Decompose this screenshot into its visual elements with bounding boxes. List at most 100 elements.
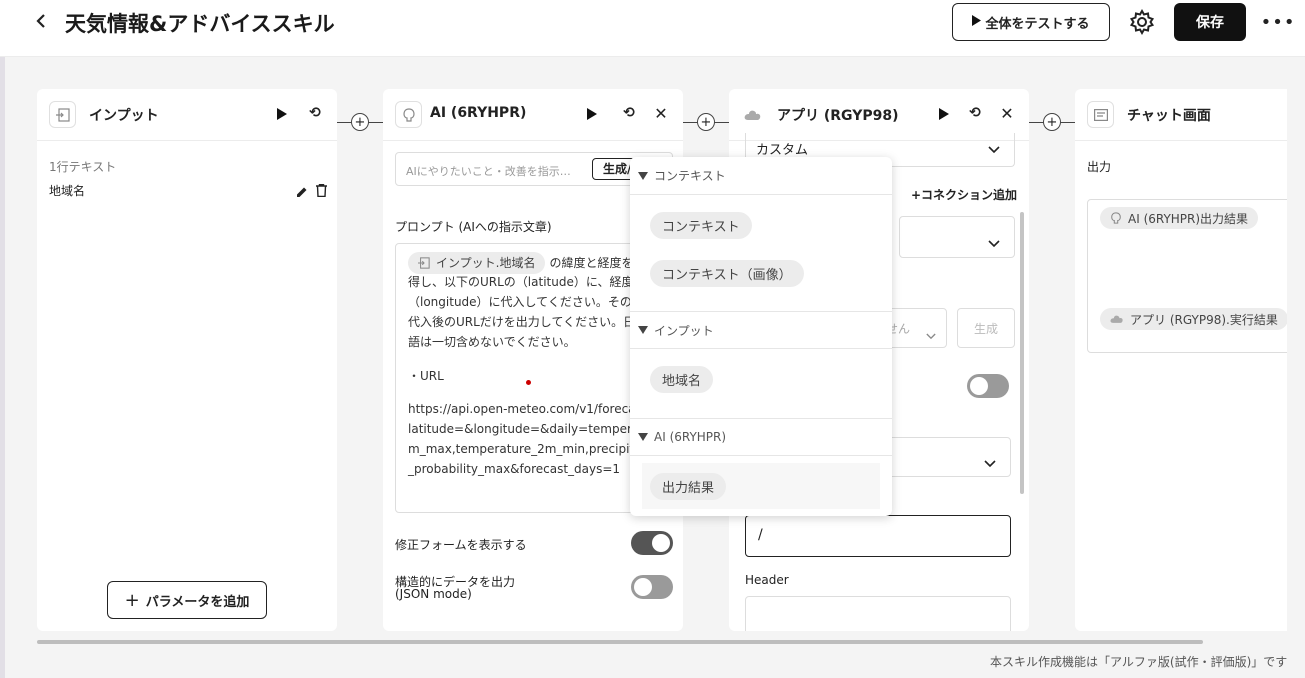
- add-node-plus-icon[interactable]: +: [697, 113, 715, 131]
- close-icon[interactable]: ✕: [652, 104, 670, 123]
- add-connection-link[interactable]: +コネクション追加: [911, 186, 1017, 203]
- horizontal-scrollbar[interactable]: [37, 640, 1203, 644]
- cloud-icon: [1110, 315, 1123, 323]
- toggle-knob: [652, 534, 670, 552]
- popup-item[interactable]: コンテキスト: [650, 212, 752, 239]
- popup-item[interactable]: 地域名: [650, 366, 714, 393]
- trash-icon[interactable]: [316, 182, 327, 201]
- ai-output-ref-chip[interactable]: AI (6RYHPR)出力結果: [1100, 207, 1259, 229]
- toggle-knob: [634, 578, 652, 596]
- input-icon: [418, 257, 430, 269]
- path-input-value: /: [758, 527, 763, 543]
- edit-pencil-icon[interactable]: [296, 183, 308, 202]
- input-chip-label: インプット.地域名: [436, 256, 536, 270]
- popup-section-header[interactable]: AI (6RYHPR): [630, 418, 892, 456]
- chevron-down-icon: [984, 453, 996, 472]
- plus-icon: +: [124, 589, 140, 611]
- variable-picker-popup: コンテキスト コンテキスト コンテキスト（画像） インプット 地域名 AI (6…: [630, 157, 892, 516]
- ai-brain-icon: [1111, 212, 1121, 224]
- prompt-url-line: https://api.open-meteo.com/v1/forecast: [408, 402, 647, 416]
- add-parameter-button[interactable]: + パラメータを追加: [107, 581, 267, 619]
- chat-card: チャット画面 出力 AI (6RYHPR)出力結果 アプリ (RGYP98).実…: [1075, 89, 1287, 631]
- connection-select[interactable]: [899, 216, 1015, 258]
- chevron-down-icon: [988, 139, 1000, 158]
- toggle-knob: [970, 377, 988, 395]
- vertical-scrollbar[interactable]: [1020, 212, 1024, 494]
- popup-section-title: AI (6RYHPR): [654, 430, 727, 444]
- popup-item[interactable]: 出力結果: [650, 473, 727, 500]
- popup-section-title: コンテキスト: [654, 169, 726, 183]
- chat-card-header: チャット画面: [1075, 89, 1287, 141]
- prompt-text-line: 代入後のURLだけを出力してください。日: [408, 315, 636, 329]
- test-all-button[interactable]: 全体をテストする: [952, 3, 1110, 41]
- back-arrow-icon[interactable]: [30, 10, 52, 32]
- show-form-toggle[interactable]: [631, 531, 673, 555]
- ai-brain-icon: [395, 101, 422, 128]
- json-mode-sublabel: (JSON mode): [395, 587, 472, 601]
- app-output-ref-chip[interactable]: アプリ (RGYP98).実行結果: [1100, 308, 1287, 330]
- play-icon[interactable]: [585, 106, 599, 122]
- cloud-icon: [739, 101, 766, 128]
- refresh-icon[interactable]: ⟲: [306, 104, 324, 122]
- more-options-icon[interactable]: •••: [1261, 8, 1295, 36]
- prompt-url-heading: ・URL: [408, 369, 444, 383]
- gear-icon[interactable]: [1128, 8, 1156, 36]
- prompt-text-line: 語は一切含めないでください。: [408, 335, 576, 349]
- prompt-url-line: m_max,temperature_2m_min,precipitat: [408, 442, 647, 456]
- output-label: 出力: [1087, 160, 1112, 174]
- app-card-title: アプリ (RGYP98): [777, 108, 899, 124]
- ai-card-title: AI (6RYHPR): [430, 105, 527, 121]
- header-bar: 天気情報&アドバイススキル 全体をテストする 保存 •••: [0, 0, 1305, 57]
- popup-section-header[interactable]: コンテキスト: [630, 157, 892, 195]
- save-button[interactable]: 保存: [1174, 3, 1246, 41]
- app-option-toggle[interactable]: [967, 374, 1009, 398]
- add-parameter-label: パラメータを追加: [145, 594, 250, 610]
- show-form-label: 修正フォームを表示する: [395, 538, 527, 552]
- triangle-down-icon: [638, 326, 648, 334]
- triangle-down-icon: [638, 433, 648, 441]
- input-card: インプット ⟲ 1行テキスト 地域名 + パラメータを追加: [37, 89, 337, 631]
- input-card-header: インプット ⟲: [37, 89, 337, 141]
- alpha-notice: 本スキル作成機能は「アルファ版(試作・評価版)」です: [990, 655, 1288, 669]
- cursor-dot: [526, 380, 531, 385]
- method-select-value: カスタム: [756, 143, 809, 158]
- app-output-ref-label: アプリ (RGYP98).実行結果: [1130, 312, 1278, 327]
- close-icon[interactable]: ✕: [998, 104, 1016, 123]
- json-mode-toggle[interactable]: [631, 575, 673, 599]
- field-name[interactable]: 地域名: [49, 182, 85, 199]
- chevron-down-icon: [988, 233, 1000, 252]
- add-node-plus-icon[interactable]: +: [351, 113, 369, 131]
- header-field-label: Header: [745, 573, 789, 587]
- chat-card-title: チャット画面: [1127, 108, 1211, 124]
- refresh-icon[interactable]: ⟲: [620, 104, 638, 122]
- generate-disabled-button[interactable]: 生成: [957, 308, 1015, 348]
- input-card-title: インプット: [89, 108, 159, 124]
- popup-section-title: インプット: [654, 323, 714, 338]
- ai-output-ref-label: AI (6RYHPR)出力結果: [1128, 211, 1249, 226]
- triangle-down-icon: [638, 171, 648, 180]
- prompt-text-line: 得し、以下のURLの（latitude）に、経度: [408, 275, 634, 289]
- play-icon[interactable]: [937, 106, 951, 122]
- ai-card-header: AI (6RYHPR) ⟲ ✕: [383, 89, 683, 141]
- input-icon: [49, 101, 76, 128]
- play-icon[interactable]: [275, 106, 289, 122]
- input-reference-chip[interactable]: インプット.地域名: [408, 252, 546, 274]
- refresh-icon[interactable]: ⟲: [966, 104, 984, 122]
- popup-item[interactable]: コンテキスト（画像）: [650, 260, 804, 287]
- improve-placeholder: AIにやりたいこと・改善を指示…: [406, 165, 571, 178]
- page-title: 天気情報&アドバイススキル: [65, 12, 335, 36]
- popup-section-header[interactable]: インプット: [630, 311, 892, 349]
- chevron-down-icon: [926, 325, 936, 344]
- path-input[interactable]: /: [745, 515, 1011, 557]
- play-icon: [972, 14, 982, 30]
- add-node-plus-icon[interactable]: +: [1043, 113, 1061, 131]
- header-input[interactable]: [745, 596, 1011, 631]
- prompt-url-line: _probability_max&forecast_days=1: [408, 462, 621, 476]
- prompt-url-line: latitude=&longitude=&daily=temperatur: [408, 422, 657, 436]
- param-select[interactable]: [879, 437, 1011, 477]
- output-box[interactable]: AI (6RYHPR)出力結果 アプリ (RGYP98).実行結果: [1087, 199, 1287, 353]
- prompt-label: プロンプト (AIへの指示文章): [395, 220, 552, 234]
- prompt-text-line: の緯度と経度を: [549, 256, 634, 270]
- test-all-label: 全体をテストする: [985, 16, 1090, 32]
- prompt-text-line: （longitude）に代入してください。その: [408, 295, 632, 309]
